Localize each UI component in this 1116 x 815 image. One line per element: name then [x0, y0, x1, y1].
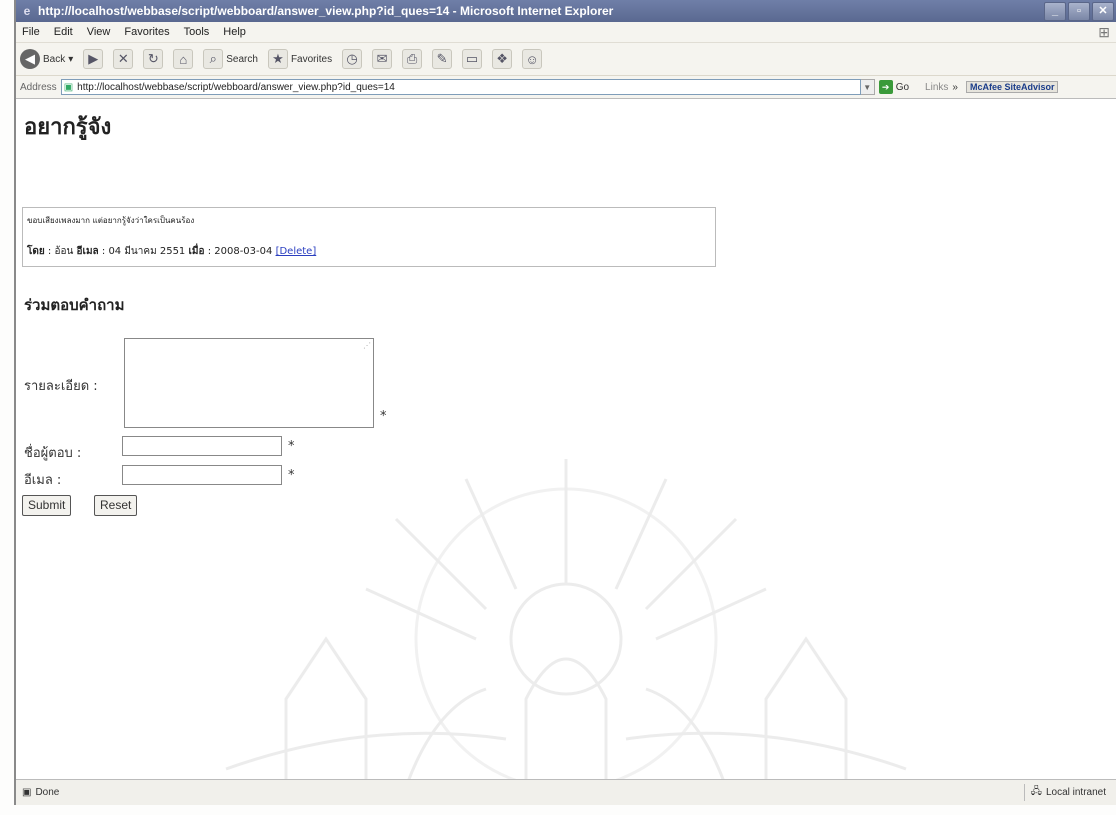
- stop-icon[interactable]: ✕: [113, 49, 134, 69]
- mail-icon[interactable]: ✉: [372, 49, 393, 69]
- email-required-mark: *: [288, 468, 295, 483]
- detail-label: รายละเอียด :: [24, 379, 98, 394]
- search-button[interactable]: ⌕ Search: [203, 49, 258, 69]
- status-done: ▣ Done: [22, 787, 59, 798]
- security-zone: 🖧 Local intranet: [1023, 784, 1106, 801]
- favorites-label: Favorites: [290, 53, 333, 65]
- print-icon[interactable]: ⎙: [402, 49, 423, 69]
- email-label: อีเมล :: [24, 473, 62, 488]
- back-button[interactable]: ◀ Back ▾: [20, 49, 73, 69]
- name-label: ชื่อผู้ตอบ :: [24, 446, 82, 461]
- delete-link[interactable]: [Delete]: [276, 246, 317, 257]
- question-meta: โดย : อ้อน อีเมล : 04 มีนาคม 2551 เมื่อ …: [27, 246, 317, 257]
- favorites-button[interactable]: ★ Favorites: [267, 49, 333, 69]
- address-bar: Address ▣ http://localhost/webbase/scrip…: [16, 76, 1116, 99]
- go-label: Go: [895, 81, 910, 93]
- messenger-icon[interactable]: ☺: [522, 49, 543, 69]
- submit-button[interactable]: Submit: [22, 495, 72, 516]
- refresh-icon[interactable]: ↻: [143, 49, 164, 69]
- address-dropdown-icon[interactable]: ▼: [860, 79, 875, 95]
- browser-window: e http://localhost/webbase/script/webboa…: [14, 0, 1116, 805]
- by-label: โดย: [27, 246, 45, 257]
- history-icon[interactable]: ◷: [342, 49, 363, 69]
- go-button[interactable]: ➔ Go: [878, 80, 910, 94]
- window-controls: _ ▫ ✕: [1044, 1, 1114, 21]
- edit-icon[interactable]: ✎: [432, 49, 453, 69]
- title-bar: e http://localhost/webbase/script/webboa…: [16, 0, 1116, 22]
- search-label: Search: [226, 53, 258, 65]
- minimize-button[interactable]: _: [1044, 1, 1066, 21]
- forward-icon[interactable]: ▶: [83, 49, 104, 69]
- page-done-icon: ▣: [22, 787, 32, 798]
- date-value: 2008-03-04: [214, 246, 273, 257]
- zone-text: Local intranet: [1045, 787, 1106, 798]
- date-label: เมื่อ: [188, 246, 205, 257]
- toolbar: ◀ Back ▾ ▶ ✕ ↻ ⌂ ⌕ Search ★ Favorites ◷ …: [16, 43, 1116, 76]
- status-bar: ▣ Done 🖧 Local intranet: [16, 779, 1116, 805]
- menu-bar: File Edit View Favorites Tools Help ⊞: [16, 22, 1116, 43]
- chevron-right-icon[interactable]: »: [952, 82, 958, 93]
- detail-required-mark: *: [380, 409, 387, 424]
- resize-grip-icon: ⋰: [363, 341, 371, 350]
- address-input[interactable]: ▣ http://localhost/webbase/script/webboa…: [60, 79, 861, 95]
- university-seal-watermark: [225, 459, 907, 805]
- menu-edit[interactable]: Edit: [54, 26, 73, 38]
- window-title: http://localhost/webbase/script/webboard…: [38, 4, 614, 18]
- mcafee-siteadvisor-button[interactable]: McAfee SiteAdvisor: [965, 81, 1059, 93]
- go-arrow-icon: ➔: [878, 80, 893, 94]
- menu-view[interactable]: View: [87, 26, 111, 38]
- home-icon[interactable]: ⌂: [173, 49, 194, 69]
- name-input[interactable]: [122, 436, 282, 456]
- name-required-mark: *: [288, 439, 295, 454]
- intranet-zone-icon: 🖧: [1030, 786, 1042, 797]
- research-icon[interactable]: ❖: [492, 49, 513, 69]
- favorites-star-icon: ★: [267, 49, 288, 69]
- windows-logo-icon: ⊞: [1098, 23, 1110, 40]
- page-title: อยากรู้จัง: [24, 115, 112, 140]
- question-text: ขอบเสียงเพลงมาก แต่อยากรู้จังว่าใครเป็นค…: [27, 216, 195, 225]
- maximize-button[interactable]: ▫: [1068, 1, 1090, 21]
- menu-tools[interactable]: Tools: [184, 26, 210, 38]
- back-dropdown-icon[interactable]: ▾: [68, 54, 73, 65]
- page-icon: ▣: [63, 81, 74, 93]
- reset-button[interactable]: Reset: [94, 495, 138, 516]
- page-content: อยากรู้จัง ขอบเสียงเพลงมาก แต่อยากรู้จัง…: [16, 99, 1116, 805]
- email-meta-label: อีเมล: [76, 246, 99, 257]
- answer-section-title: ร่วมตอบคำถาม: [24, 296, 125, 314]
- search-icon: ⌕: [203, 49, 224, 69]
- status-text: Done: [35, 787, 60, 798]
- menu-favorites[interactable]: Favorites: [124, 26, 169, 38]
- back-label: Back: [43, 53, 66, 65]
- author-name: อ้อน: [54, 246, 74, 257]
- ie-icon: e: [23, 4, 31, 18]
- question-box: ขอบเสียงเพลงมาก แต่อยากรู้จังว่าใครเป็นค…: [22, 207, 716, 267]
- address-url: http://localhost/webbase/script/webboard…: [77, 81, 395, 93]
- back-arrow-icon: ◀: [20, 49, 40, 69]
- links-label[interactable]: Links: [925, 82, 948, 93]
- close-button[interactable]: ✕: [1092, 1, 1114, 21]
- menu-file[interactable]: File: [22, 26, 40, 38]
- menu-help[interactable]: Help: [223, 26, 246, 38]
- email-meta-value: 04 มีนาคม 2551: [108, 246, 186, 257]
- detail-textarea[interactable]: ⋰: [124, 338, 374, 428]
- discuss-icon[interactable]: ▭: [462, 49, 483, 69]
- email-input[interactable]: [122, 465, 282, 485]
- address-label: Address: [20, 81, 57, 93]
